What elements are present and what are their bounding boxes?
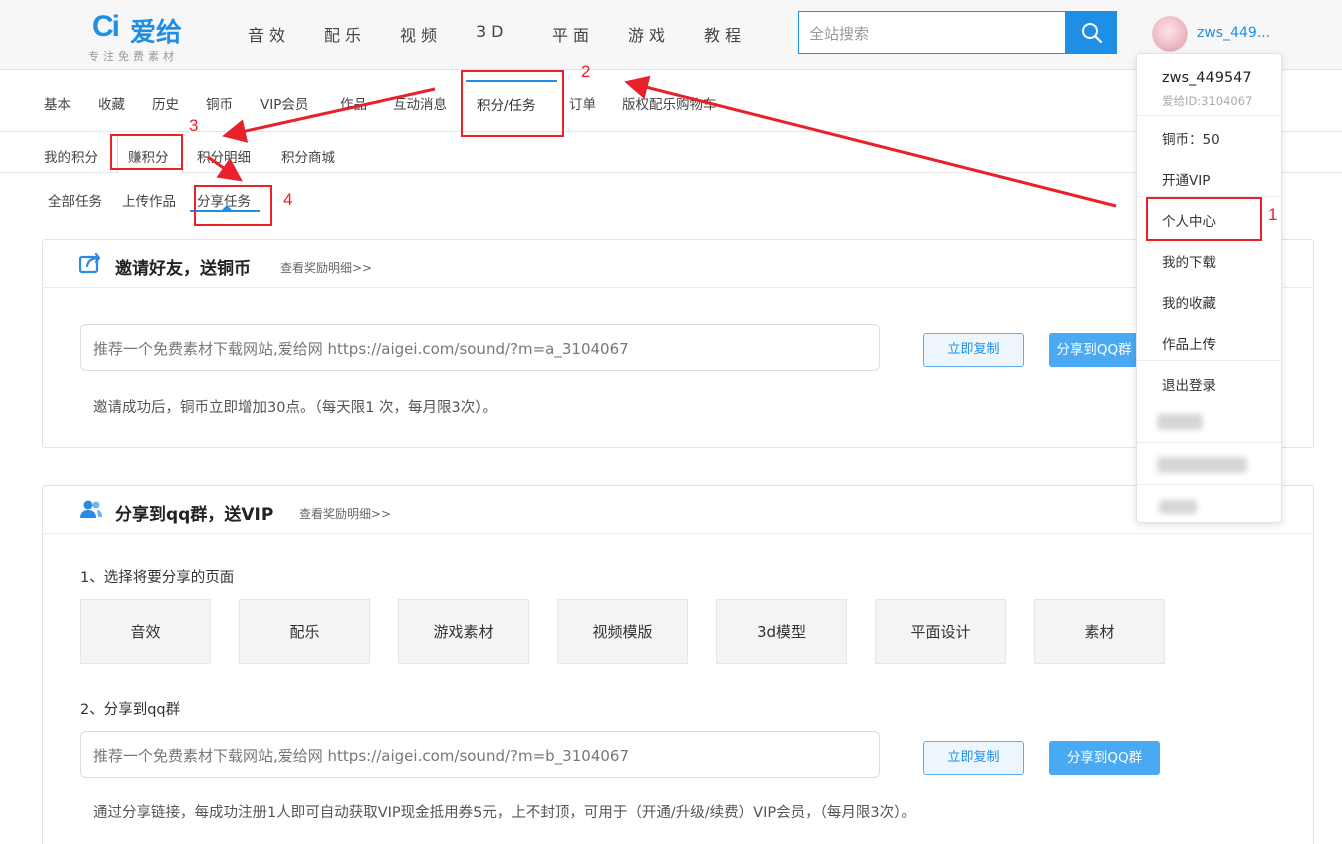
arrow-1-to-2 — [624, 75, 1117, 208]
arrow-3-to-4 — [207, 155, 243, 182]
annotation-arrows — [207, 75, 1117, 208]
page: Ci 爱给 专注免费素材 音效 配乐 视频 3D 平面 游戏 教程 全站搜索 z… — [0, 0, 1342, 844]
arrow-2-to-3 — [222, 87, 436, 143]
